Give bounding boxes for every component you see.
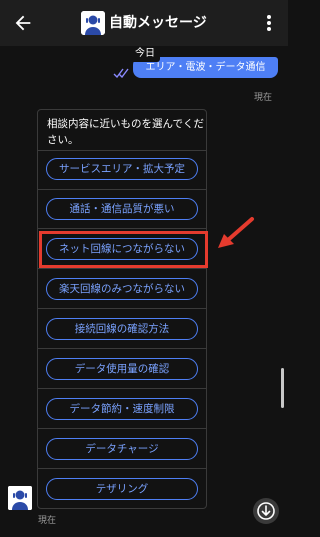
option-service-area[interactable]: サービスエリア・拡大予定 [46, 158, 198, 180]
card-prompt: 相談内容に近いものを選んでください。 [47, 118, 204, 146]
option-tethering[interactable]: テザリング [46, 478, 198, 500]
option-data-charge[interactable]: データチャージ [46, 438, 198, 460]
divider [38, 388, 206, 389]
divider [38, 428, 206, 429]
highlight-box [39, 231, 208, 268]
sent-message-time: 現在 [254, 93, 273, 103]
option-rakuten-only[interactable]: 楽天回線のみつながらない [46, 278, 198, 300]
divider [38, 150, 206, 151]
divider [38, 308, 206, 309]
arrow-left-icon[interactable] [12, 12, 34, 34]
divider [38, 468, 206, 469]
date-chip: 今日 [130, 46, 160, 62]
scrollbar[interactable] [281, 368, 284, 408]
page-title: 自動メッセージ [109, 15, 207, 31]
option-data-saving[interactable]: データ節約・速度制限 [46, 398, 198, 420]
divider [38, 348, 206, 349]
option-check-line[interactable]: 接続回線の確認方法 [46, 318, 198, 340]
red-arrow-icon [218, 217, 254, 248]
kebab-menu-icon[interactable] [262, 13, 276, 33]
divider [38, 189, 206, 190]
app-bar: 自動メッセージ [0, 0, 288, 46]
double-check-icon [113, 68, 129, 78]
bot-avatar-icon [81, 11, 105, 35]
option-data-usage[interactable]: データ使用量の確認 [46, 358, 198, 380]
divider [38, 228, 206, 229]
arrow-down-circle-icon [257, 502, 275, 520]
scroll-down-button[interactable] [253, 498, 279, 524]
bot-message-time: 現在 [38, 516, 57, 526]
divider [38, 268, 206, 269]
bot-avatar-icon [8, 486, 32, 510]
option-call-quality[interactable]: 通話・通信品質が悪い [46, 198, 198, 220]
